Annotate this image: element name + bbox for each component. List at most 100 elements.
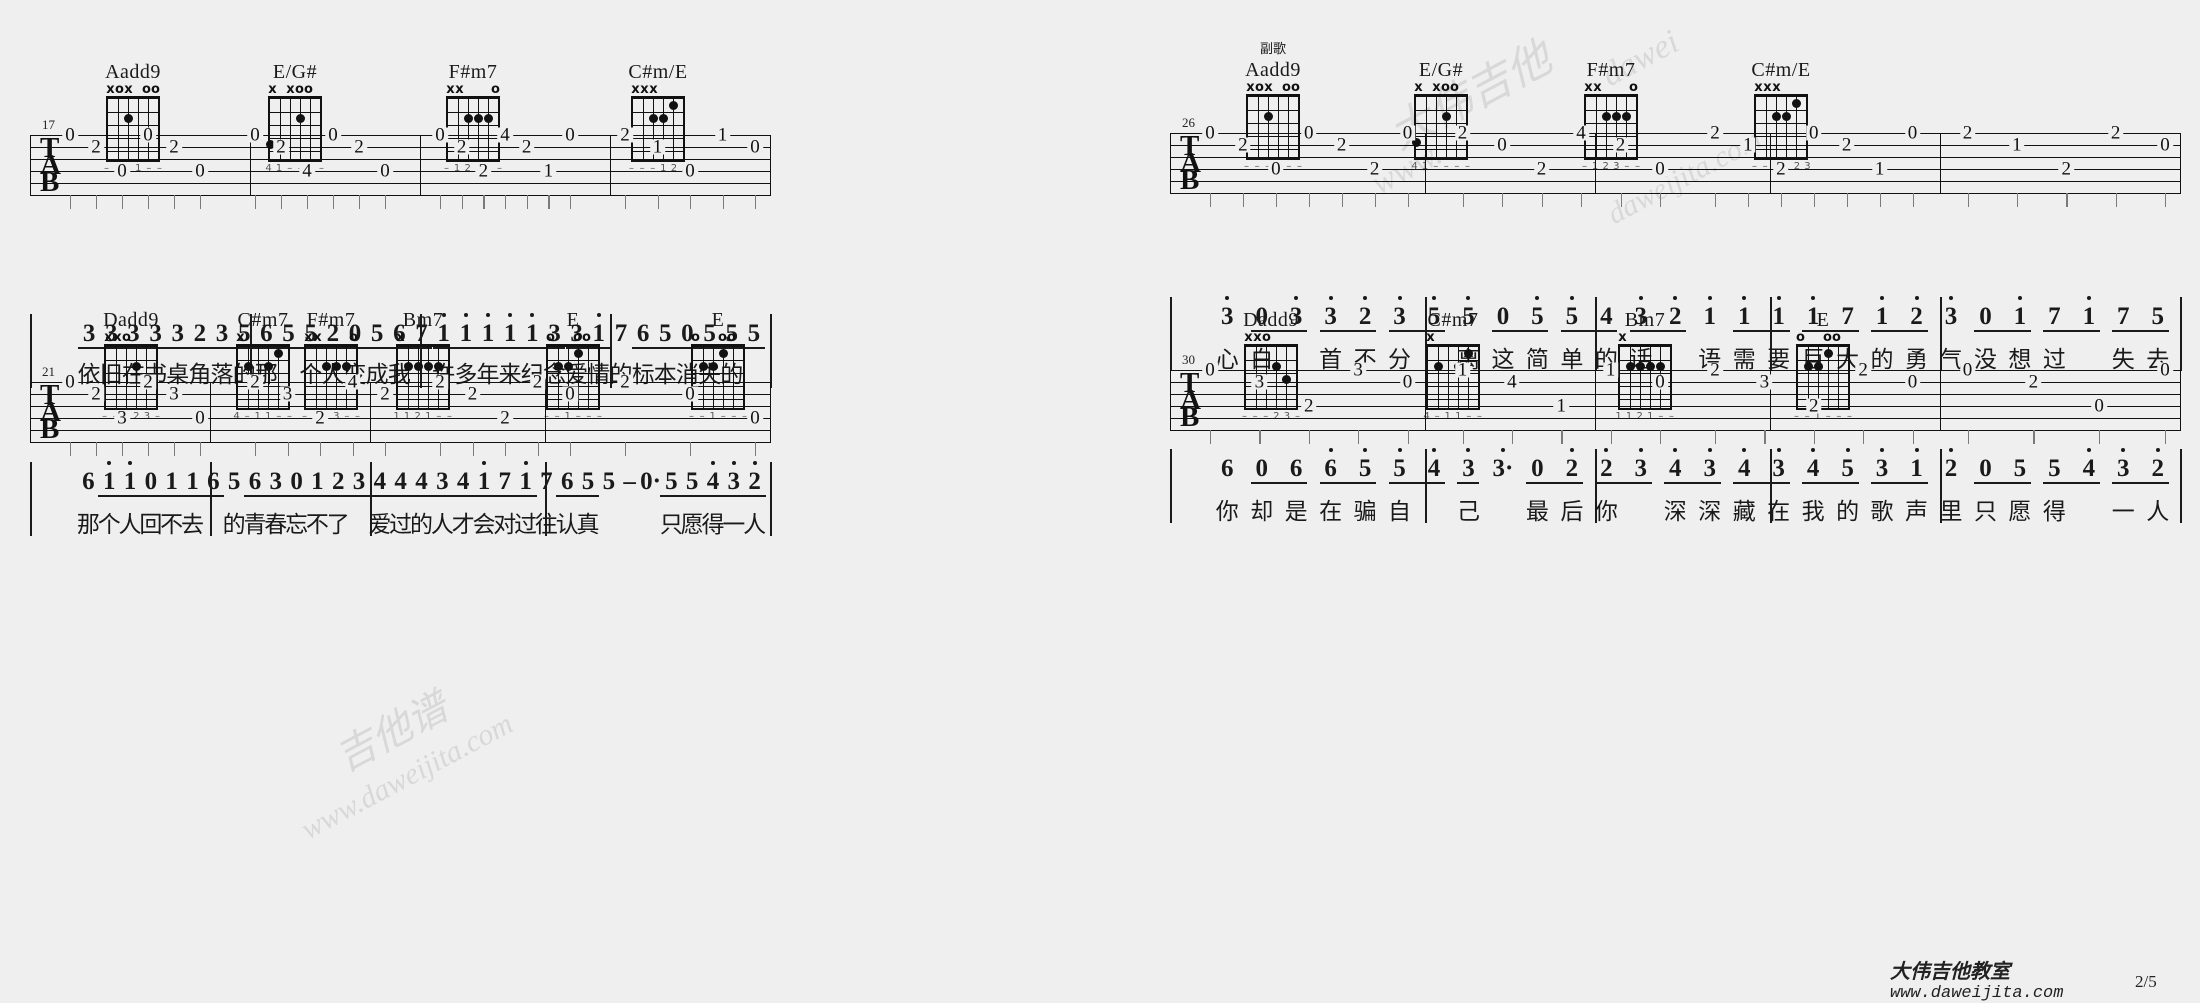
finger-dot — [341, 362, 351, 371]
note-stem — [1764, 430, 1766, 444]
tab-fret-number: 2 — [1301, 397, 1317, 416]
octave-dot-high — [1673, 296, 1678, 300]
octave-dot-high — [1604, 448, 1609, 452]
finger-dot — [1263, 112, 1273, 121]
tab-fret-number: 0 — [1268, 160, 1284, 179]
fret-wire-line — [1756, 110, 1806, 111]
note-number: 7 — [498, 468, 512, 495]
note-number: 4 — [373, 468, 387, 495]
note-number: 1 — [503, 320, 517, 347]
note-stem — [2165, 430, 2167, 444]
note-stem — [755, 442, 757, 456]
barline — [30, 382, 32, 443]
note-stem — [722, 195, 724, 209]
note-stem — [1912, 193, 1914, 207]
beam-line — [1319, 330, 1377, 333]
chord-name: E/G# — [272, 61, 318, 83]
note-stem — [1358, 430, 1360, 444]
note-number: 6 — [207, 468, 220, 495]
note-stem — [440, 195, 442, 209]
note-stem — [1502, 193, 1504, 207]
lyric-syllable: 里 — [1939, 499, 1963, 525]
note-stem — [2165, 193, 2167, 207]
finger-dot — [1621, 112, 1631, 121]
staff-line — [1170, 157, 2180, 158]
note-stem — [287, 442, 289, 456]
beam-line — [327, 495, 371, 498]
tab-fret-number: 0 — [1904, 373, 1921, 392]
barline — [545, 382, 547, 443]
note-number: 1 — [2013, 303, 2027, 330]
lyric-syllable: 是 — [1284, 499, 1308, 525]
lyric-syllable: 了 — [326, 512, 350, 538]
note-stem — [2016, 193, 2019, 207]
note-number: 1 — [186, 468, 199, 495]
note-number: 5 — [2013, 455, 2027, 482]
note-stem — [505, 442, 507, 456]
octave-dot-high — [1328, 448, 1333, 452]
note-number: 4 — [706, 468, 720, 495]
note-stem — [657, 195, 659, 209]
tab-fret-number: 1 — [540, 162, 557, 181]
note-number: 2 — [748, 468, 761, 495]
finger-dot — [718, 349, 728, 358]
finger-dot — [1601, 112, 1611, 121]
octave-dot-high — [1776, 448, 1781, 452]
tab-fret-number: 1 — [1553, 397, 1569, 416]
staff-line — [30, 442, 770, 443]
barline — [1170, 133, 1172, 194]
tab-fret-number: 0 — [1399, 124, 1416, 143]
finger-dot — [658, 114, 668, 123]
lyric-syllable: 人 — [743, 512, 767, 538]
tab-fret-number: 1 — [1871, 160, 1888, 179]
octave-dot-high — [1328, 296, 1333, 300]
tab-fret-number: 2 — [1612, 136, 1629, 155]
note-number: – — [623, 468, 636, 495]
note-number: 3 — [1324, 303, 1337, 330]
tab-fret-number: 3 — [279, 385, 296, 404]
beam-line — [660, 495, 683, 498]
note-stem — [625, 195, 627, 209]
beam-line — [2043, 330, 2100, 333]
measure-number: 26 — [1182, 115, 1195, 130]
note-stem — [625, 442, 627, 456]
fret-wire-line — [448, 125, 498, 126]
note-number: 6 — [248, 468, 262, 495]
footer-url: www.daweijita.com — [1890, 984, 2064, 1003]
note-stem — [148, 442, 150, 456]
staff-line — [30, 195, 770, 196]
octave-dot-high — [1707, 296, 1712, 300]
note-number: 7 — [540, 468, 553, 495]
note-stem — [1561, 430, 1563, 444]
tab-fret-number: 0 — [377, 162, 393, 181]
tab-fret-number: 0 — [1399, 373, 1416, 392]
octave-dot-high — [710, 461, 715, 465]
lyric-syllable: 歌 — [1870, 499, 1894, 525]
barline — [210, 382, 212, 443]
note-stem — [122, 442, 124, 456]
lyric-syllable: 在 — [1319, 499, 1343, 525]
note-number: 0 — [1255, 455, 1268, 482]
fret-wire-line — [448, 112, 498, 113]
lyric-syllable: 爱 — [368, 512, 392, 538]
note-number: 3 — [1462, 455, 1475, 482]
note-stem — [1308, 193, 1311, 207]
octave-dot-high — [1742, 448, 1747, 452]
footer-brand-block: 大伟吉他教室 www.daweijita.com — [1890, 955, 2063, 1003]
octave-dot-high — [508, 313, 513, 317]
beam-line — [1526, 482, 1583, 485]
note-number: 4 — [1427, 455, 1441, 482]
note-number: 0· — [640, 468, 661, 495]
staff-line — [1170, 181, 2180, 182]
tab-fret-number: 2 — [1838, 136, 1855, 155]
tab-fret-number: 0 — [192, 409, 208, 428]
chord-open-mute-marks: xxo — [1244, 330, 1271, 345]
notation-barline — [1170, 297, 1172, 371]
barline — [1425, 133, 1427, 194]
octave-dot-high — [1845, 448, 1850, 452]
note-stem — [2066, 193, 2068, 207]
lyric-syllable: 失 — [2111, 347, 2135, 373]
notation-barline — [1170, 449, 1172, 523]
staff-line — [1170, 169, 2180, 170]
note-number: 5 — [1358, 455, 1372, 482]
